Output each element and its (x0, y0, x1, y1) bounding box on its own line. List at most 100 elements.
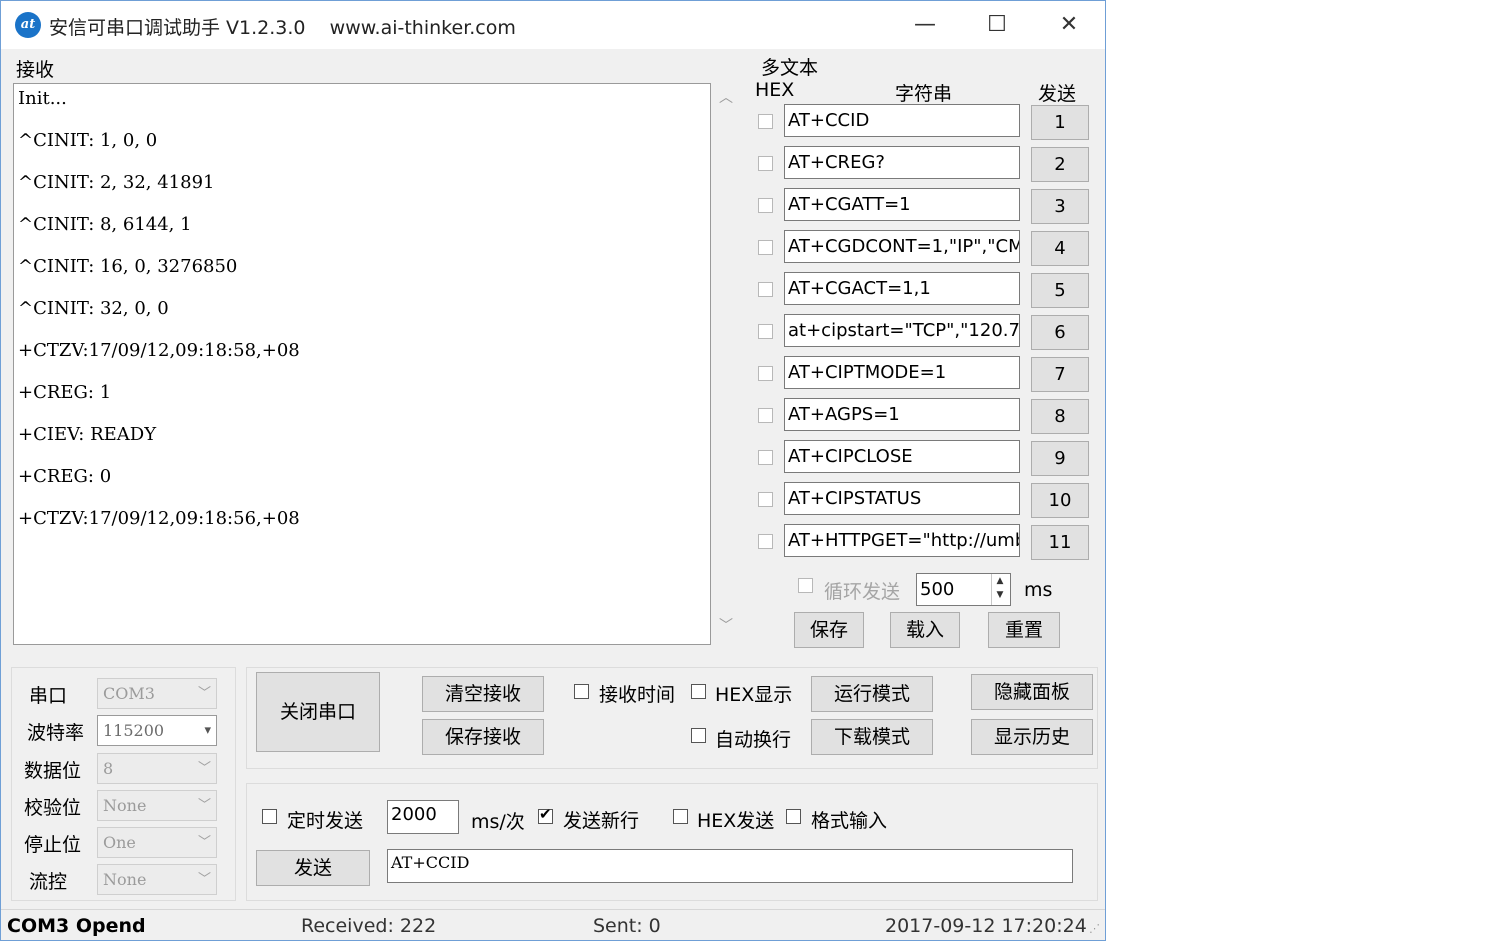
multitext-send-button[interactable]: 9 (1031, 441, 1089, 476)
close-port-button[interactable]: 关闭串口 (256, 672, 380, 752)
hex-row-checkbox[interactable] (758, 114, 773, 129)
baud-value: 115200 (103, 721, 165, 740)
hex-row-checkbox[interactable] (758, 198, 773, 213)
timed-send-checkbox[interactable] (262, 809, 277, 824)
hex-row-checkbox[interactable] (758, 450, 773, 465)
send-newline-checkbox[interactable] (538, 805, 553, 824)
baud-select[interactable]: 115200 ▾ (97, 715, 217, 746)
window-title: 安信可串口调试助手 V1.2.3.0 www.ai-thinker.com (49, 17, 516, 39)
string-column-header: 字符串 (895, 83, 953, 105)
flow-select[interactable]: None ﹀ (97, 864, 217, 895)
clear-receive-button[interactable]: 清空接收 (422, 676, 544, 712)
spinner-arrows-icon[interactable]: ▲ ▼ (991, 574, 1008, 605)
send-button[interactable]: 发送 (256, 850, 370, 886)
hex-row-checkbox[interactable] (758, 492, 773, 507)
multitext-input[interactable]: at+cipstart="TCP","120.77. (784, 314, 1020, 347)
multitext-input[interactable]: AT+CCID (784, 104, 1020, 137)
multitext-input[interactable]: AT+HTTPGET="http://umb (784, 524, 1020, 557)
multitext-input[interactable]: AT+CIPTMODE=1 (784, 356, 1020, 389)
multitext-input[interactable]: AT+CGACT=1,1 (784, 272, 1020, 305)
save-multitext-button[interactable]: 保存 (794, 612, 864, 648)
databits-value: 8 (103, 759, 114, 778)
title-bar[interactable]: at 安信可串口调试助手 V1.2.3.0 www.ai-thinker.com… (1, 1, 1105, 49)
databits-label: 数据位 (24, 760, 82, 782)
port-value: COM3 (103, 684, 155, 703)
hide-panel-button[interactable]: 隐藏面板 (971, 674, 1093, 710)
hex-row-checkbox[interactable] (758, 282, 773, 297)
close-button[interactable]: ✕ (1039, 5, 1099, 45)
timed-send-label: 定时发送 (287, 810, 364, 832)
loop-send-label: 循环发送 (824, 581, 901, 603)
run-mode-button[interactable]: 运行模式 (811, 676, 933, 712)
multitext-send-button[interactable]: 8 (1031, 399, 1089, 434)
auto-newline-label: 自动换行 (715, 729, 792, 751)
receive-line: Init... (18, 88, 67, 109)
multitext-input[interactable]: AT+CGDCONT=1,"IP","CM (784, 230, 1020, 263)
hex-row-checkbox[interactable] (758, 366, 773, 381)
save-receive-button[interactable]: 保存接收 (422, 719, 544, 755)
minimize-button[interactable]: — (895, 5, 955, 45)
chevron-down-icon: ﹀ (197, 872, 211, 887)
receive-line: +CTZV:17/09/12,09:18:58,+08 (18, 340, 300, 361)
receive-label: 接收 (16, 59, 55, 81)
receive-textarea[interactable]: Init... ^CINIT: 1, 0, 0 ^CINIT: 2, 32, 418… (13, 83, 711, 645)
sent-count: Sent: 0 (593, 915, 661, 937)
show-history-button[interactable]: 显示历史 (971, 719, 1093, 755)
hex-row-checkbox[interactable] (758, 324, 773, 339)
multitext-input[interactable]: AT+CREG? (784, 146, 1020, 179)
hex-row-checkbox[interactable] (758, 534, 773, 549)
multitext-input[interactable]: AT+CIPSTATUS (784, 482, 1020, 515)
multitext-send-button[interactable]: 6 (1031, 315, 1089, 350)
maximize-button[interactable]: ☐ (967, 5, 1027, 45)
hex-row-checkbox[interactable] (758, 408, 773, 423)
hex-row-checkbox[interactable] (758, 156, 773, 171)
chevron-down-icon: ﹀ (197, 686, 211, 701)
multitext-send-button[interactable]: 4 (1031, 231, 1089, 266)
multitext-send-button[interactable]: 5 (1031, 273, 1089, 308)
hex-display-checkbox[interactable] (691, 684, 706, 699)
multitext-input[interactable]: AT+CIPCLOSE (784, 440, 1020, 473)
multitext-send-button[interactable]: 3 (1031, 189, 1089, 224)
reset-multitext-button[interactable]: 重置 (988, 612, 1060, 648)
scroll-up-icon[interactable]: ︿ (719, 87, 733, 107)
multitext-label: 多文本 (761, 57, 819, 79)
resize-grip-icon[interactable]: ⋰ (1089, 922, 1100, 935)
port-select[interactable]: COM3 ﹀ (97, 678, 217, 709)
receive-scrollbar[interactable]: ︿ ﹀ (714, 83, 738, 645)
multitext-send-button[interactable]: 7 (1031, 357, 1089, 392)
loop-send-checkbox[interactable] (798, 578, 813, 593)
stopbits-value: One (103, 833, 136, 852)
multitext-input[interactable]: AT+CGATT=1 (784, 188, 1020, 221)
loop-interval-input[interactable]: 500 ▲ ▼ (916, 573, 1011, 606)
multitext-send-button[interactable]: 2 (1031, 147, 1089, 182)
receive-time-checkbox[interactable] (574, 684, 589, 699)
hex-send-checkbox[interactable] (673, 809, 688, 824)
auto-newline-checkbox[interactable] (691, 728, 706, 743)
receive-line: ^CINIT: 32, 0, 0 (18, 298, 169, 319)
multitext-send-button[interactable]: 11 (1031, 525, 1089, 560)
format-input-checkbox[interactable] (786, 809, 801, 824)
multitext-send-button[interactable]: 1 (1031, 105, 1089, 140)
send-input[interactable]: AT+CCID (387, 849, 1073, 883)
databits-select[interactable]: 8 ﹀ (97, 753, 217, 784)
send-interval-unit: ms/次 (471, 811, 525, 833)
format-input-label: 格式输入 (811, 810, 888, 832)
download-mode-button[interactable]: 下载模式 (811, 719, 933, 755)
receive-line: +CIEV: READY (18, 424, 157, 445)
parity-select[interactable]: None ﹀ (97, 790, 217, 821)
multitext-send-button[interactable]: 10 (1031, 483, 1089, 518)
receive-line: ^CINIT: 2, 32, 41891 (18, 172, 215, 193)
stopbits-label: 停止位 (24, 834, 82, 856)
hex-display-label: HEX显示 (715, 684, 793, 706)
load-multitext-button[interactable]: 载入 (890, 612, 960, 648)
stopbits-select[interactable]: One ﹀ (97, 827, 217, 858)
port-status-text: COM3 Opend (7, 915, 146, 937)
received-count: Received: 222 (301, 915, 437, 937)
status-datetime: 2017-09-12 17:20:24 (885, 915, 1087, 937)
loop-interval-value: 500 (920, 579, 955, 600)
receive-time-label: 接收时间 (599, 684, 676, 706)
scroll-down-icon[interactable]: ﹀ (719, 615, 733, 635)
multitext-input[interactable]: AT+AGPS=1 (784, 398, 1020, 431)
hex-row-checkbox[interactable] (758, 240, 773, 255)
send-interval-input[interactable]: 2000 (387, 800, 459, 834)
